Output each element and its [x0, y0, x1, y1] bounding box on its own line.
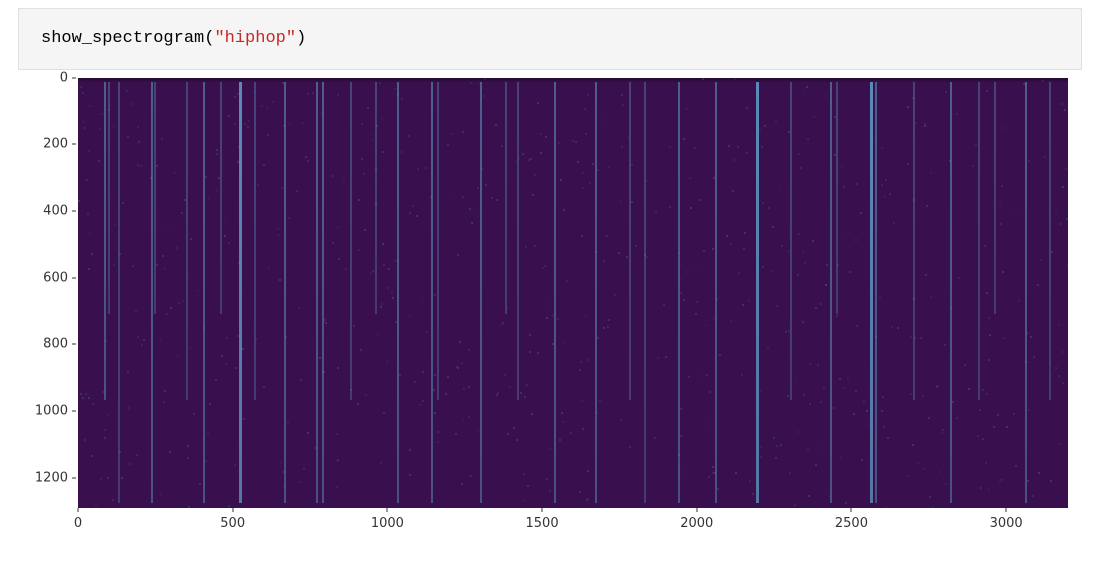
code-close-paren: ) [296, 29, 306, 48]
spectrogram-stripe [154, 82, 156, 315]
spectrogram-stripe [830, 82, 832, 503]
code-cell: show_spectrogram("hiphop") [18, 8, 1082, 70]
spectrogram-stripe [913, 82, 915, 401]
spectrogram-stripe [950, 82, 952, 503]
spectrogram-stripe [756, 82, 759, 503]
spectrogram-stripe [790, 82, 792, 401]
x-tick-label: 1500 [526, 516, 559, 531]
spectrogram-stripe [254, 82, 256, 401]
spectrogram-stripe [220, 82, 222, 315]
y-tick-label: 200 [43, 137, 68, 152]
spectrogram-stripe [1049, 82, 1051, 401]
spectrogram-stripe [505, 82, 507, 315]
spectrogram-stripe [350, 82, 352, 401]
x-tick-label: 3000 [990, 516, 1023, 531]
spectrogram-stripe [715, 82, 717, 503]
y-tick-label: 400 [43, 204, 68, 219]
spectrogram-stripe [108, 82, 110, 315]
y-tick-mark [72, 77, 76, 78]
code-string-argument: "hiphop" [214, 29, 296, 48]
y-tick-label: 800 [43, 337, 68, 352]
x-axis: 050010001500200025003000 [78, 508, 1068, 538]
y-tick-mark [72, 411, 76, 412]
spectrogram-stripe [629, 82, 631, 401]
spectrogram-stripe [836, 82, 838, 315]
y-tick-mark [72, 211, 76, 212]
y-tick-mark [72, 277, 76, 278]
x-tick-mark [387, 508, 388, 512]
spectrogram-stripe [978, 82, 980, 401]
x-tick-mark [542, 508, 543, 512]
spectrogram-stripe [994, 82, 996, 315]
spectrogram-stripe [431, 82, 433, 503]
y-axis: 020040060080010001200 [18, 78, 78, 508]
spectrogram-stripe [554, 82, 556, 503]
plot-output: 020040060080010001200 050010001500200025… [18, 78, 1082, 558]
spectrogram-stripe [1025, 82, 1027, 503]
y-tick-label: 1200 [35, 470, 68, 485]
spectrogram-stripe [104, 82, 106, 401]
spectrogram-stripe [284, 82, 286, 503]
spectrogram-stripe [186, 82, 188, 401]
code-open-paren: ( [204, 29, 214, 48]
spectrogram-stripe [322, 82, 324, 503]
spectrogram-stripe [595, 82, 597, 503]
x-tick-label: 2000 [680, 516, 713, 531]
spectrogram-stripe [517, 82, 519, 401]
x-tick-label: 2500 [835, 516, 868, 531]
x-tick-label: 500 [220, 516, 245, 531]
spectrogram-stripe [203, 82, 205, 503]
y-tick-label: 600 [43, 270, 68, 285]
spectrogram-stripe [151, 82, 153, 503]
spectrogram-stripe [375, 82, 377, 315]
x-tick-label: 0 [74, 516, 82, 531]
spectrogram-stripe [118, 82, 120, 503]
y-tick-mark [72, 144, 76, 145]
x-tick-mark [696, 508, 697, 512]
spectrogram-stripe [397, 82, 399, 503]
y-tick-label: 0 [60, 70, 68, 85]
spectrogram-stripe [870, 82, 873, 503]
code-function-name: show_spectrogram [41, 29, 204, 48]
spectrogram-stripe [875, 82, 877, 503]
spectrogram-stripe [239, 82, 242, 503]
x-tick-mark [232, 508, 233, 512]
spectrogram-stripe [480, 82, 482, 503]
spectrogram-stripe [437, 82, 439, 401]
x-tick-label: 1000 [371, 516, 404, 531]
x-tick-mark [1006, 508, 1007, 512]
y-tick-mark [72, 477, 76, 478]
spectrogram-stripe [644, 82, 646, 503]
x-tick-mark [78, 508, 79, 512]
y-tick-mark [72, 344, 76, 345]
y-tick-label: 1000 [35, 404, 68, 419]
spectrogram-image [78, 78, 1068, 508]
x-tick-mark [851, 508, 852, 512]
spectrogram-stripe [316, 82, 318, 503]
